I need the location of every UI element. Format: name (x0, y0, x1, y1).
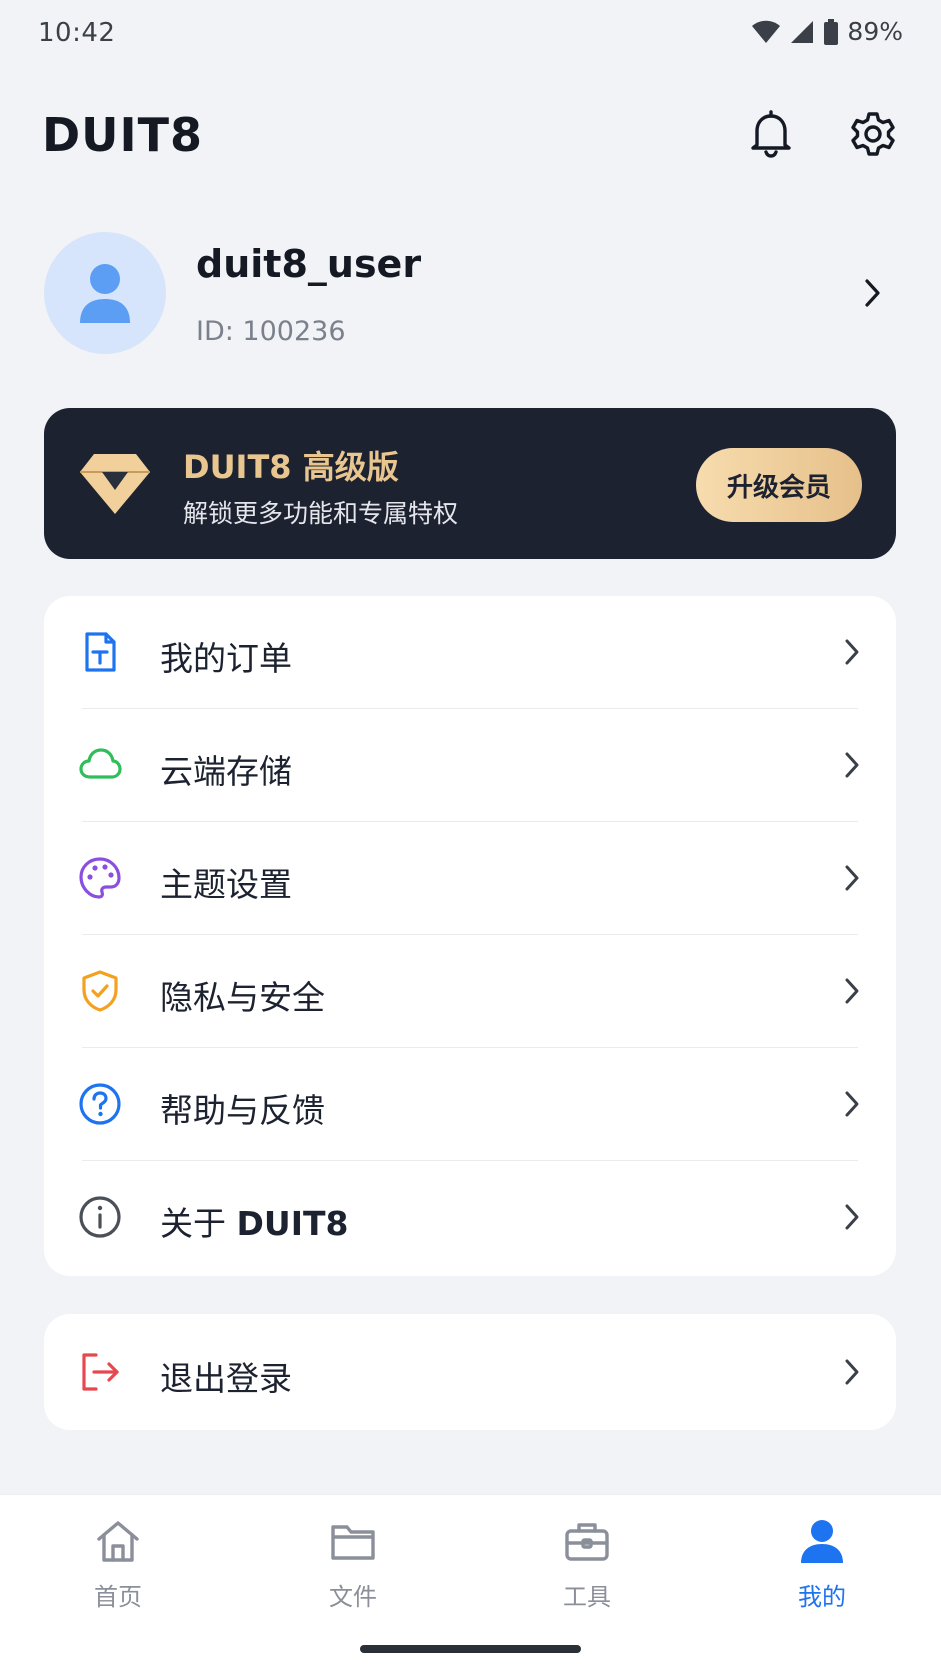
menu-item-label: 我的订单 (160, 639, 292, 678)
menu-item-label: 云端存储 (160, 752, 292, 791)
bell-icon (751, 110, 791, 158)
profile-row[interactable]: duit8_user ID: 100236 (44, 232, 897, 356)
logout-label: 退出登录 (160, 1359, 292, 1398)
premium-banner: DUIT8 高级版 解锁更多功能和专属特权 升级会员 (44, 408, 896, 559)
user-avatar-icon (80, 264, 130, 323)
battery-icon (824, 18, 839, 45)
menu-item-theme[interactable]: 主题设置 (44, 822, 896, 934)
nav-label: 我的 (798, 1583, 846, 1611)
diamond-icon (80, 454, 150, 514)
menu-item-label: 隐私与安全 (160, 978, 325, 1017)
profile-screen: 10:42 89% DUIT8 duit8_user ID: 100236 DU… (0, 0, 941, 1672)
chevron-right-icon (865, 279, 880, 307)
upgrade-member-button[interactable]: 升级会员 (696, 448, 862, 522)
palette-icon (79, 857, 121, 899)
username: duit8_user (196, 242, 422, 286)
about-brand: DUIT8 (236, 1204, 349, 1243)
info-circle-icon (79, 1196, 121, 1238)
order-document-icon (85, 632, 116, 672)
folder-icon (331, 1525, 375, 1560)
nav-label: 文件 (329, 1583, 377, 1611)
menu-card: 我的订单 云端存储 主题设置 隐私与安全 帮助与反馈 关于 DUIT8 (44, 596, 896, 1276)
battery-percent: 89% (847, 17, 903, 46)
logout-card: 退出登录 (44, 1314, 896, 1430)
nav-item-files[interactable]: 文件 (293, 1517, 413, 1627)
toolbox-icon (565, 1523, 609, 1561)
nav-item-me[interactable]: 我的 (762, 1517, 882, 1627)
menu-item-privacy-security[interactable]: 隐私与安全 (44, 935, 896, 1047)
notifications-button[interactable] (743, 106, 799, 162)
home-icon (97, 1521, 139, 1562)
chevron-right-icon (845, 752, 859, 778)
nav-label: 工具 (563, 1583, 611, 1611)
nav-label: 首页 (94, 1583, 142, 1611)
status-bar: 10:42 89% (0, 0, 941, 70)
chevron-right-icon (845, 1091, 859, 1117)
chevron-right-icon (845, 865, 859, 891)
nav-item-home[interactable]: 首页 (58, 1517, 178, 1627)
status-indicators: 89% (751, 17, 903, 46)
menu-item-about[interactable]: 关于 DUIT8 (44, 1161, 896, 1273)
signal-icon (791, 20, 814, 43)
home-indicator[interactable] (360, 1645, 581, 1653)
menu-item-orders[interactable]: 我的订单 (44, 596, 896, 708)
about-prefix: 关于 (160, 1204, 237, 1243)
shield-check-icon (82, 970, 118, 1012)
chevron-right-icon (845, 1359, 859, 1385)
wifi-icon (752, 20, 781, 43)
gear-icon (851, 112, 895, 156)
user-id: ID: 100236 (196, 316, 346, 347)
app-title: DUIT8 (42, 108, 204, 162)
bottom-nav: 首页 文件 工具 我的 (0, 1494, 941, 1672)
menu-item-cloud-storage[interactable]: 云端存储 (44, 709, 896, 821)
menu-item-help-feedback[interactable]: 帮助与反馈 (44, 1048, 896, 1160)
menu-item-label: 帮助与反馈 (160, 1091, 325, 1130)
premium-subtitle: 解锁更多功能和专属特权 (183, 499, 459, 528)
chevron-right-icon (845, 1204, 859, 1230)
chevron-right-icon (845, 639, 859, 665)
premium-title: DUIT8 高级版 (183, 448, 399, 486)
user-icon (801, 1520, 843, 1563)
logout-button[interactable]: 退出登录 (44, 1316, 896, 1428)
help-circle-icon (79, 1083, 121, 1125)
chevron-right-icon (845, 978, 859, 1004)
menu-item-label: 关于 DUIT8 (160, 1197, 348, 1245)
nav-item-tools[interactable]: 工具 (527, 1517, 647, 1627)
cloud-icon (79, 748, 122, 779)
settings-button[interactable] (845, 106, 901, 162)
logout-icon (82, 1353, 119, 1391)
status-time: 10:42 (38, 18, 116, 48)
menu-item-label: 主题设置 (160, 865, 292, 904)
avatar (44, 232, 166, 354)
